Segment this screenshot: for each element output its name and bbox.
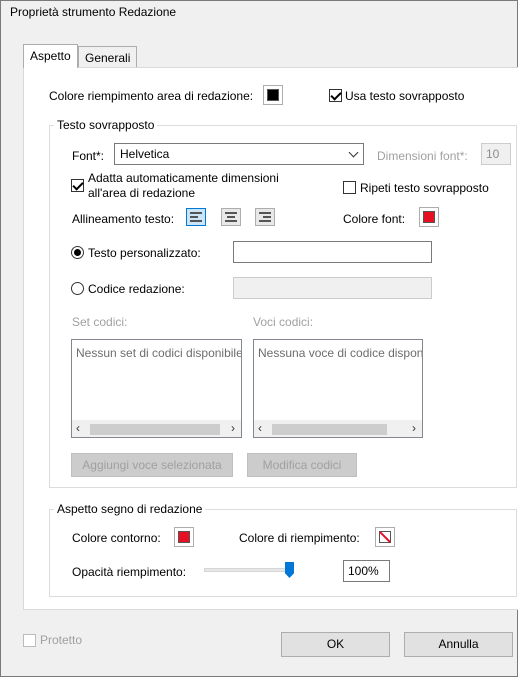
- autosize-label-line1: Adatta automaticamente dimensioni: [88, 171, 279, 185]
- overlay-group-legend: Testo sovrapposto: [54, 118, 158, 132]
- use-overlay-checkbox[interactable]: [329, 89, 342, 102]
- align-left-icon[interactable]: [186, 208, 206, 226]
- tab-generali-label: Generali: [85, 51, 131, 65]
- scrollbar-thumb[interactable]: [272, 424, 387, 435]
- fill-color-swatch: [267, 89, 279, 101]
- chevron-right-icon[interactable]: ›: [412, 421, 416, 435]
- code-entries-scrollbar[interactable]: ‹ ›: [254, 420, 422, 437]
- opacity-slider-thumb[interactable]: [285, 562, 294, 578]
- font-color-label: Colore font:: [343, 212, 406, 226]
- autosize-label-line2: all'area di redazione: [88, 186, 196, 200]
- ok-button[interactable]: OK: [281, 632, 390, 657]
- redaction-code-input[interactable]: [233, 277, 432, 299]
- code-entries-label: Voci codici:: [253, 315, 314, 329]
- tab-aspetto[interactable]: Aspetto: [23, 44, 78, 68]
- autosize-checkbox[interactable]: [71, 179, 84, 192]
- tab-aspetto-label: Aspetto: [30, 49, 71, 63]
- code-entries-list[interactable]: Nessuna voce di codice disponibile ‹ ›: [253, 339, 423, 438]
- chevron-right-icon[interactable]: ›: [231, 421, 235, 435]
- appearance-group-legend: Aspetto segno di redazione: [54, 502, 206, 516]
- fill-mark-button[interactable]: [375, 527, 395, 547]
- window-title: Proprietà strumento Redazione: [10, 5, 177, 19]
- redaction-code-label: Codice redazione:: [88, 282, 185, 296]
- protected-checkbox[interactable]: [23, 634, 36, 647]
- tab-generali[interactable]: Generali: [78, 46, 138, 68]
- opacity-label: Opacità riempimento:: [72, 565, 187, 579]
- repeat-overlay-checkbox[interactable]: [343, 181, 356, 194]
- code-entries-empty-text: Nessuna voce di codice disponibile: [258, 346, 423, 360]
- appearance-group: [49, 509, 517, 597]
- cancel-button[interactable]: Annulla: [404, 632, 513, 657]
- add-selected-button[interactable]: Aggiungi voce selezionata: [71, 453, 233, 477]
- edit-codes-button[interactable]: Modifica codici: [247, 453, 357, 477]
- font-size-value: 10: [486, 147, 500, 161]
- font-color-button[interactable]: [419, 207, 439, 227]
- scrollbar-thumb[interactable]: [90, 424, 220, 435]
- fill-color-label: Colore riempimento area di redazione:: [49, 89, 254, 103]
- align-center-icon[interactable]: [221, 208, 241, 226]
- custom-text-radio[interactable]: [71, 246, 84, 259]
- protected-label: Protetto: [40, 633, 83, 647]
- custom-text-input[interactable]: [233, 241, 432, 263]
- font-size-field[interactable]: 10: [481, 143, 511, 165]
- chevron-left-icon[interactable]: ‹: [258, 421, 262, 435]
- chevron-left-icon[interactable]: ‹: [76, 421, 80, 435]
- opacity-value: 100%: [348, 564, 379, 578]
- no-color-icon: [379, 531, 391, 543]
- outline-color-label: Colore contorno:: [72, 531, 161, 545]
- opacity-slider[interactable]: [204, 561, 294, 579]
- font-label: Font*:: [72, 149, 105, 163]
- repeat-overlay-label: Ripeti testo sovrapposto: [360, 181, 489, 195]
- font-select[interactable]: Helvetica: [114, 143, 364, 165]
- alignment-label: Allineamento testo:: [72, 212, 175, 226]
- code-sets-label: Set codici:: [72, 315, 128, 329]
- opacity-slider-track: [204, 568, 294, 572]
- code-sets-list[interactable]: Nessun set di codici disponibile ‹ ›: [71, 339, 242, 438]
- fill-color-button[interactable]: [263, 85, 283, 105]
- code-sets-empty-text: Nessun set di codici disponibile: [76, 346, 242, 360]
- outline-color-swatch: [178, 531, 190, 543]
- font-color-swatch: [423, 211, 435, 223]
- chevron-down-icon: [348, 147, 359, 158]
- outline-color-button[interactable]: [174, 527, 194, 547]
- opacity-field[interactable]: 100%: [343, 560, 390, 582]
- code-sets-scrollbar[interactable]: ‹ ›: [72, 420, 241, 437]
- font-select-value: Helvetica: [120, 147, 170, 161]
- fill-mark-label: Colore di riempimento:: [239, 531, 360, 545]
- custom-text-label: Testo personalizzato:: [88, 246, 201, 260]
- align-right-icon[interactable]: [255, 208, 275, 226]
- redaction-code-radio[interactable]: [71, 282, 84, 295]
- use-overlay-label: Usa testo sovrapposto: [345, 89, 465, 103]
- font-size-label: Dimensioni font*:: [377, 149, 468, 163]
